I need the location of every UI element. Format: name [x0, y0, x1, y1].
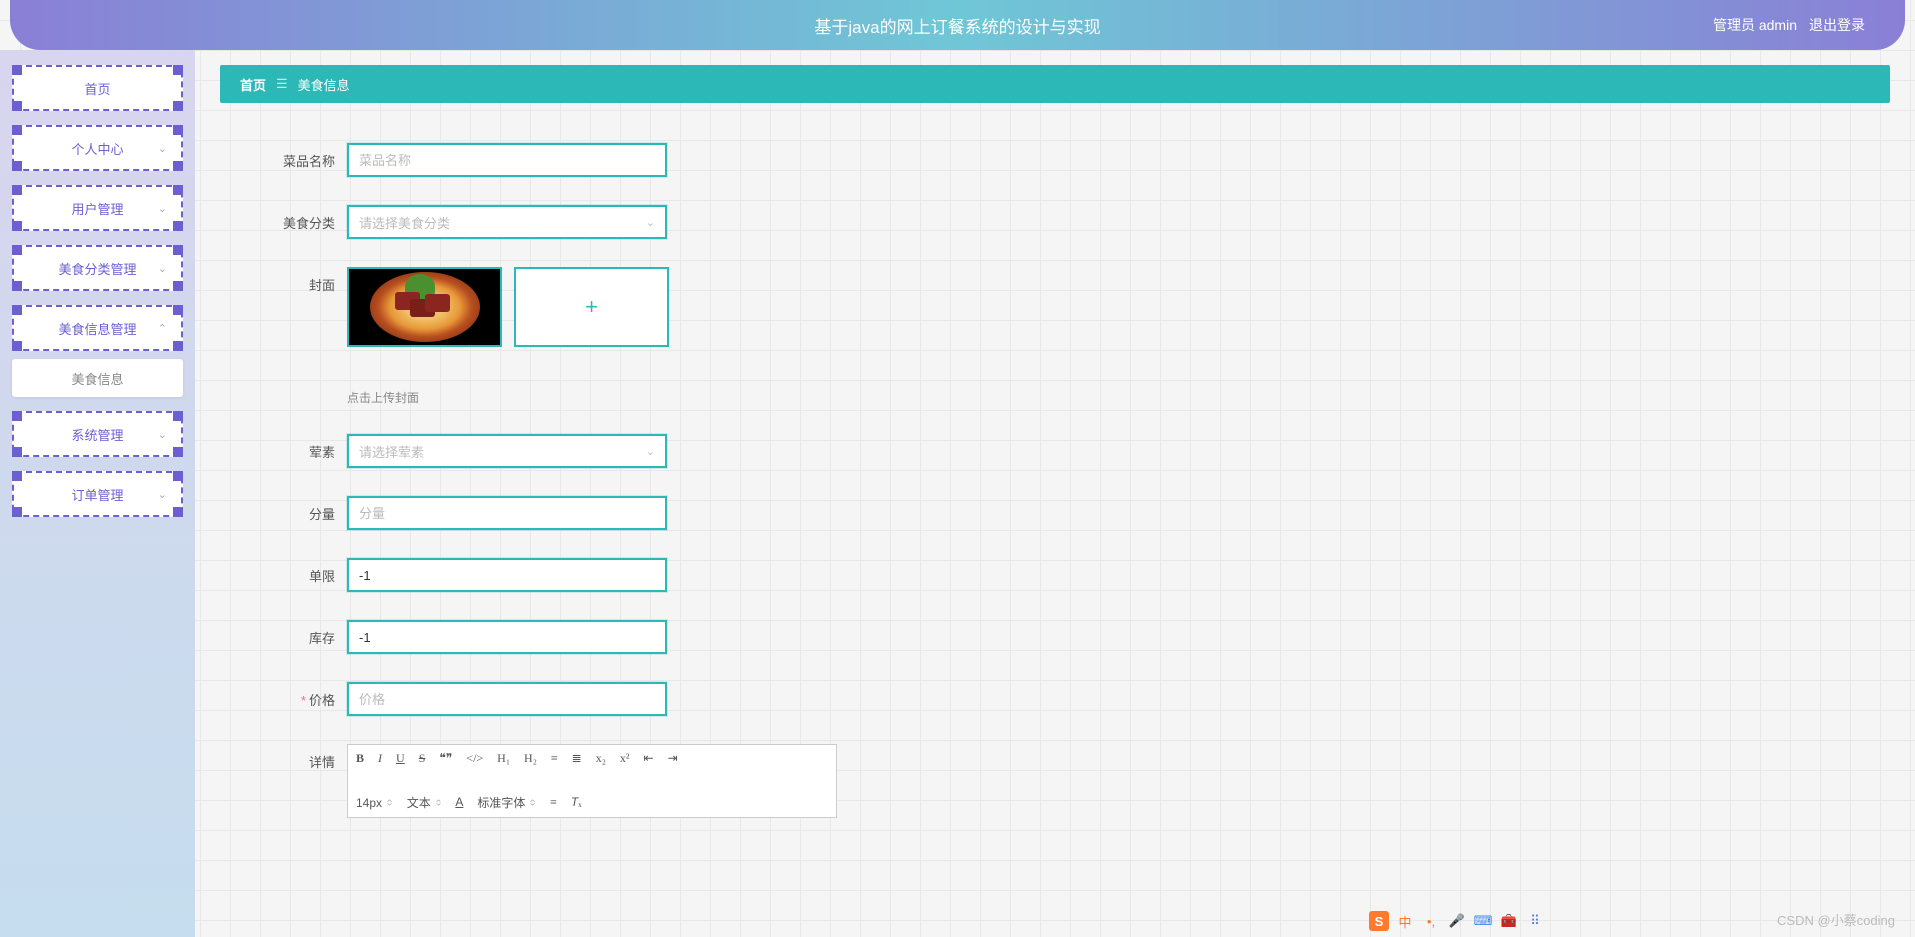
sidebar-item-label: 订单管理: [71, 485, 123, 504]
category-select[interactable]: 请选择美食分类 ⌄: [347, 205, 667, 239]
sidebar-item-system[interactable]: 系统管理 ⌄: [12, 411, 183, 457]
veg-select[interactable]: 请选择荤素 ⌄: [347, 434, 667, 468]
noodle-bowl-image: [370, 272, 480, 342]
sidebar-item-label: 首页: [84, 79, 110, 98]
ime-keyboard-icon[interactable]: ⌨: [1473, 911, 1493, 931]
sidebar-item-label: 美食信息管理: [58, 319, 136, 338]
font-size-select[interactable]: 14px: [356, 796, 393, 810]
subscript-button[interactable]: x₂: [596, 751, 606, 766]
price-input[interactable]: [347, 682, 667, 716]
chevron-down-icon: ⌄: [158, 262, 167, 275]
code-button[interactable]: </>: [466, 751, 483, 766]
sidebar-subitem-food-info[interactable]: 美食信息: [12, 359, 183, 397]
chevron-down-icon: ⌄: [158, 428, 167, 441]
chevron-up-icon: ⌃: [158, 322, 167, 335]
sidebar-item-label: 个人中心: [71, 139, 123, 158]
ime-mic-icon[interactable]: 🎤: [1447, 911, 1467, 931]
sidebar-subitem-label: 美食信息: [71, 369, 123, 388]
chevron-down-icon: ⌄: [646, 445, 655, 458]
limit-input[interactable]: [347, 558, 667, 592]
sidebar-item-food-info[interactable]: 美食信息管理 ⌃: [12, 305, 183, 351]
strike-button[interactable]: S: [419, 751, 426, 766]
sidebar-item-label: 系统管理: [71, 425, 123, 444]
header-right: 管理员 admin 退出登录: [1713, 15, 1865, 35]
dish-name-input[interactable]: [347, 143, 667, 177]
unordered-list-button[interactable]: ≣: [572, 751, 582, 766]
font-color-button[interactable]: A: [455, 795, 463, 810]
category-placeholder: 请选择美食分类: [359, 213, 450, 232]
sidebar-item-orders[interactable]: 订单管理 ⌄: [12, 471, 183, 517]
indent-button[interactable]: ⇤: [644, 751, 654, 766]
ime-punct-icon[interactable]: •,: [1421, 911, 1441, 931]
breadcrumb: 首页 ☰ 美食信息: [220, 65, 1890, 103]
upload-add-button[interactable]: +: [514, 267, 669, 347]
breadcrumb-current: 美食信息: [298, 75, 350, 94]
plus-icon: +: [585, 294, 598, 320]
rich-editor-toolbar: B I U S ❝❞ </> H₁ H₂ ≡ ≣ x₂ x² ⇤ ⇥: [347, 744, 837, 818]
quote-button[interactable]: ❝❞: [439, 751, 452, 766]
chevron-down-icon: ⌄: [158, 142, 167, 155]
sidebar-item-users[interactable]: 用户管理 ⌄: [12, 185, 183, 231]
dish-name-label: 菜品名称: [275, 143, 335, 170]
align-button[interactable]: ≡: [550, 795, 557, 810]
sidebar-item-home[interactable]: 首页: [12, 65, 183, 111]
portion-label: 分量: [275, 496, 335, 523]
ime-toolbox-icon[interactable]: 🧰: [1499, 911, 1519, 931]
superscript-button[interactable]: x²: [620, 751, 630, 766]
chevron-down-icon: ⌄: [646, 216, 655, 229]
sidebar: 首页 个人中心 ⌄ 用户管理 ⌄ 美食分类管理 ⌄ 美食信息管理 ⌃ 美食信息 …: [0, 50, 195, 937]
bold-button[interactable]: B: [356, 751, 364, 766]
app-header: 基于java的网上订餐系统的设计与实现 管理员 admin 退出登录: [10, 0, 1905, 50]
chevron-down-icon: ⌄: [158, 202, 167, 215]
detail-label: 详情: [275, 744, 335, 771]
cover-label: 封面: [275, 267, 335, 294]
ime-lang-icon[interactable]: 中: [1395, 911, 1415, 931]
logout-link[interactable]: 退出登录: [1809, 15, 1865, 35]
text-type-select[interactable]: 文本: [407, 794, 442, 811]
cover-thumbnail[interactable]: [347, 267, 502, 347]
outdent-button[interactable]: ⇥: [668, 751, 678, 766]
food-form: 菜品名称 美食分类 请选择美食分类 ⌄ 封面: [220, 103, 1890, 866]
watermark: CSDN @小蔡coding: [1777, 910, 1895, 929]
ime-toolbar: S 中 •, 🎤 ⌨ 🧰 ⠿: [1369, 911, 1545, 931]
main-content: 首页 ☰ 美食信息 菜品名称 美食分类 请选择美食分类 ⌄: [195, 50, 1915, 937]
h2-button[interactable]: H₂: [524, 751, 537, 766]
ime-logo-icon[interactable]: S: [1369, 911, 1389, 931]
ime-grid-icon[interactable]: ⠿: [1525, 911, 1545, 931]
stock-label: 库存: [275, 620, 335, 647]
limit-label: 单限: [275, 558, 335, 585]
portion-input[interactable]: [347, 496, 667, 530]
clear-format-button[interactable]: Tₓ: [571, 795, 582, 810]
price-label: *价格: [275, 682, 335, 709]
underline-button[interactable]: U: [396, 751, 405, 766]
stock-input[interactable]: [347, 620, 667, 654]
veg-placeholder: 请选择荤素: [359, 442, 424, 461]
font-face-select[interactable]: 标准字体: [477, 794, 536, 811]
sidebar-item-personal[interactable]: 个人中心 ⌄: [12, 125, 183, 171]
breadcrumb-home[interactable]: 首页: [240, 75, 266, 94]
sidebar-item-category[interactable]: 美食分类管理 ⌄: [12, 245, 183, 291]
h1-button[interactable]: H₁: [497, 751, 510, 766]
sidebar-item-label: 美食分类管理: [58, 259, 136, 278]
ordered-list-button[interactable]: ≡: [551, 751, 558, 766]
app-title: 基于java的网上订餐系统的设计与实现: [814, 13, 1100, 38]
admin-label[interactable]: 管理员 admin: [1713, 15, 1797, 35]
upload-hint: 点击上传封面: [347, 389, 669, 406]
breadcrumb-separator-icon: ☰: [276, 76, 288, 92]
veg-label: 荤素: [275, 434, 335, 461]
chevron-down-icon: ⌄: [158, 488, 167, 501]
sidebar-item-label: 用户管理: [71, 199, 123, 218]
category-label: 美食分类: [275, 205, 335, 232]
italic-button[interactable]: I: [378, 751, 382, 766]
